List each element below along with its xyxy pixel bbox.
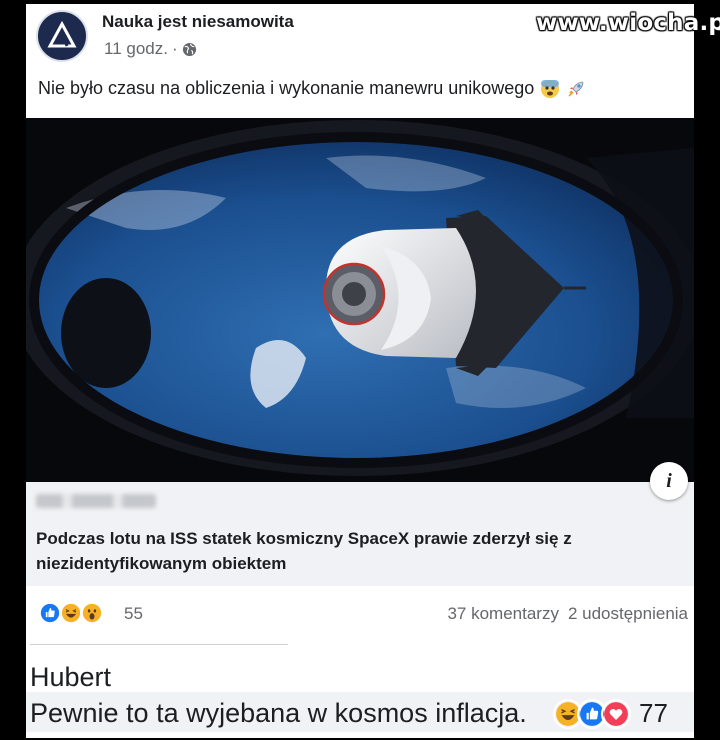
comment-share-counts: 37 komentarzy 2 udostępnienia	[447, 604, 688, 624]
reactions-bar: 55 37 komentarzy 2 udostępnienia	[26, 592, 694, 634]
comment-author[interactable]: Hubert	[30, 662, 111, 693]
globe-icon[interactable]	[182, 42, 197, 57]
rocket-emoji-icon	[568, 81, 584, 97]
reaction-count[interactable]: 55	[124, 604, 143, 624]
post-text: Nie było czasu na obliczenia i wykonanie…	[38, 78, 586, 99]
link-domain-blurred	[36, 494, 156, 508]
spacecraft-window-image	[26, 118, 694, 482]
screenshot-frame: Nauka jest niesamowita 11 godz. · Nie by…	[0, 0, 720, 740]
watermark-text: www.wiocha.pl	[536, 10, 720, 36]
love-reaction-icon	[601, 698, 631, 729]
comments-count-link[interactable]: 37 komentarzy	[447, 604, 559, 624]
delta-logo-icon	[47, 20, 77, 48]
scared-emoji-icon	[541, 79, 560, 98]
comment-reactions[interactable]: 77	[553, 698, 668, 729]
meta-separator: ·	[171, 39, 178, 58]
post-time[interactable]: 11 godz.	[104, 39, 168, 59]
page-avatar[interactable]	[36, 10, 88, 62]
comment-text: Pewnie to ta wyjebana w kosmos inflacja.	[30, 698, 527, 728]
divider	[30, 644, 288, 645]
reaction-icons[interactable]	[38, 601, 104, 625]
page-name-link[interactable]: Nauka jest niesamowita	[102, 12, 294, 32]
post-body: Nie było czasu na obliczenia i wykonanie…	[38, 78, 535, 98]
wow-reaction-icon	[80, 601, 104, 625]
info-icon[interactable]: i	[650, 462, 688, 500]
post-photo[interactable]	[26, 118, 694, 482]
link-preview[interactable]: i Podczas lotu na ISS statek kosmiczny S…	[26, 462, 694, 586]
comment: Hubert Pewnie to ta wyjebana w kosmos in…	[26, 654, 694, 738]
shares-count-link[interactable]: 2 udostępnienia	[568, 604, 688, 624]
facebook-post: Nauka jest niesamowita 11 godz. · Nie by…	[26, 4, 694, 738]
comment-reaction-count: 77	[639, 698, 668, 728]
post-meta: 11 godz. ·	[104, 39, 197, 59]
link-title[interactable]: Podczas lotu na ISS statek kosmiczny Spa…	[36, 526, 676, 576]
